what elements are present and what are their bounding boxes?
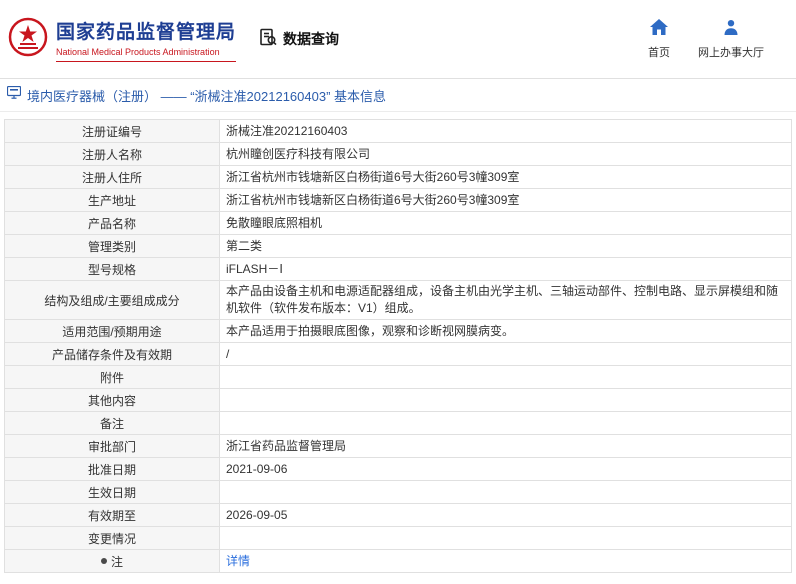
row-value: 浙江省杭州市钱塘新区白杨街道6号大街260号3幢309室	[226, 192, 520, 207]
table-row: 产品名称 免散瞳眼底照相机	[5, 212, 791, 235]
header-nav: 首页 网上办事大厅	[648, 18, 764, 60]
row-label: 其他内容	[5, 389, 220, 411]
site-header: 国家药品监督管理局 National Medical Products Admi…	[0, 0, 796, 79]
table-row: 批准日期 2021-09-06	[5, 458, 791, 481]
row-value: 杭州瞳创医疗科技有限公司	[226, 146, 371, 161]
row-label: 注册证编号	[5, 120, 220, 142]
row-label: 生效日期	[5, 481, 220, 503]
table-row: 备注	[5, 412, 791, 435]
row-value: 本产品适用于拍摄眼底图像，观察和诊断视网膜病变。	[226, 323, 515, 338]
monitor-icon	[6, 85, 22, 104]
data-query-menu[interactable]: 数据查询	[258, 27, 339, 52]
row-value: 第二类	[226, 238, 263, 253]
table-row: 产品储存条件及有效期 /	[5, 343, 791, 366]
page-title: 境内医疗器械（注册） —— “浙械注准20212160403” 基本信息	[27, 88, 387, 104]
row-label: 注	[5, 550, 220, 572]
row-label: 注册人住所	[5, 166, 220, 188]
agency-name-block: 国家药品监督管理局 National Medical Products Admi…	[56, 17, 237, 62]
row-label: 管理类别	[5, 235, 220, 257]
row-value: iFLASH－Ⅰ	[226, 261, 283, 276]
person-icon	[723, 19, 739, 40]
table-row: 其他内容	[5, 389, 791, 412]
row-label: 结构及组成/主要组成成分	[5, 281, 220, 319]
agency-name-en: National Medical Products Administration	[56, 47, 237, 62]
detail-link[interactable]: 详情	[226, 553, 250, 570]
row-label: 适用范围/预期用途	[5, 320, 220, 342]
data-query-label: 数据查询	[283, 31, 340, 47]
row-value: 2026-09-05	[226, 507, 288, 522]
row-label: 生产地址	[5, 189, 220, 211]
table-row: 适用范围/预期用途 本产品适用于拍摄眼底图像，观察和诊断视网膜病变。	[5, 320, 791, 343]
row-label: 审批部门	[5, 435, 220, 457]
table-row: 变更情况	[5, 527, 791, 550]
row-label: 注册人名称	[5, 143, 220, 165]
table-row: 型号规格 iFLASH－Ⅰ	[5, 258, 791, 281]
row-value: 浙江省杭州市钱塘新区白杨街道6号大街260号3幢309室	[226, 169, 520, 184]
row-value: 本产品由设备主机和电源适配器组成，设备主机由光学主机、三轴运动部件、控制电路、显…	[226, 284, 779, 315]
home-icon	[650, 18, 668, 40]
row-value: /	[226, 346, 230, 361]
nav-home-label: 首页	[648, 46, 670, 59]
row-value: 浙江省药品监督管理局	[226, 438, 347, 453]
note-dot-icon	[100, 558, 107, 564]
row-label: 有效期至	[5, 504, 220, 526]
table-row: 注册人名称 杭州瞳创医疗科技有限公司	[5, 143, 791, 166]
row-value: 免散瞳眼底照相机	[226, 215, 323, 230]
nav-hall-label: 网上办事大厅	[698, 46, 764, 59]
row-value: 2021-09-06	[226, 461, 288, 476]
table-row: 结构及组成/主要组成成分 本产品由设备主机和电源适配器组成，设备主机由光学主机、三…	[5, 281, 791, 320]
row-label: 备注	[5, 412, 220, 434]
table-row: 注册人住所 浙江省杭州市钱塘新区白杨街道6号大街260号3幢309室	[5, 166, 791, 189]
row-label: 产品名称	[5, 212, 220, 234]
table-row: 附件	[5, 366, 791, 389]
table-row: 有效期至 2026-09-05	[5, 504, 791, 527]
national-emblem-icon	[8, 15, 48, 64]
agency-name-cn: 国家药品监督管理局	[56, 21, 237, 43]
note-label: 注	[110, 554, 123, 569]
nav-item-home[interactable]: 首页	[648, 18, 670, 60]
table-row: 生产地址 浙江省杭州市钱塘新区白杨街道6号大街260号3幢309室	[5, 189, 791, 212]
row-value: 浙械注准20212160403	[226, 123, 348, 138]
row-label: 变更情况	[5, 527, 220, 549]
nav-item-online-hall[interactable]: 网上办事大厅	[698, 19, 764, 60]
site-logo[interactable]: 国家药品监督管理局 National Medical Products Admi…	[8, 15, 237, 64]
row-label: 型号规格	[5, 258, 220, 280]
row-label: 附件	[5, 366, 220, 388]
table-row-note: 注 详情	[5, 550, 791, 572]
row-label: 批准日期	[5, 458, 220, 480]
row-label: 产品储存条件及有效期	[5, 343, 220, 365]
table-row: 生效日期	[5, 481, 791, 504]
table-row: 审批部门 浙江省药品监督管理局	[5, 435, 791, 458]
clipboard-search-icon	[258, 27, 278, 52]
registration-info-table: 注册证编号 浙械注准20212160403 注册人名称 杭州瞳创医疗科技有限公司 注…	[4, 119, 792, 573]
table-row: 注册证编号 浙械注准20212160403	[5, 120, 791, 143]
table-row: 管理类别 第二类	[5, 235, 791, 258]
breadcrumb: 境内医疗器械（注册） —— “浙械注准20212160403” 基本信息	[0, 79, 796, 112]
